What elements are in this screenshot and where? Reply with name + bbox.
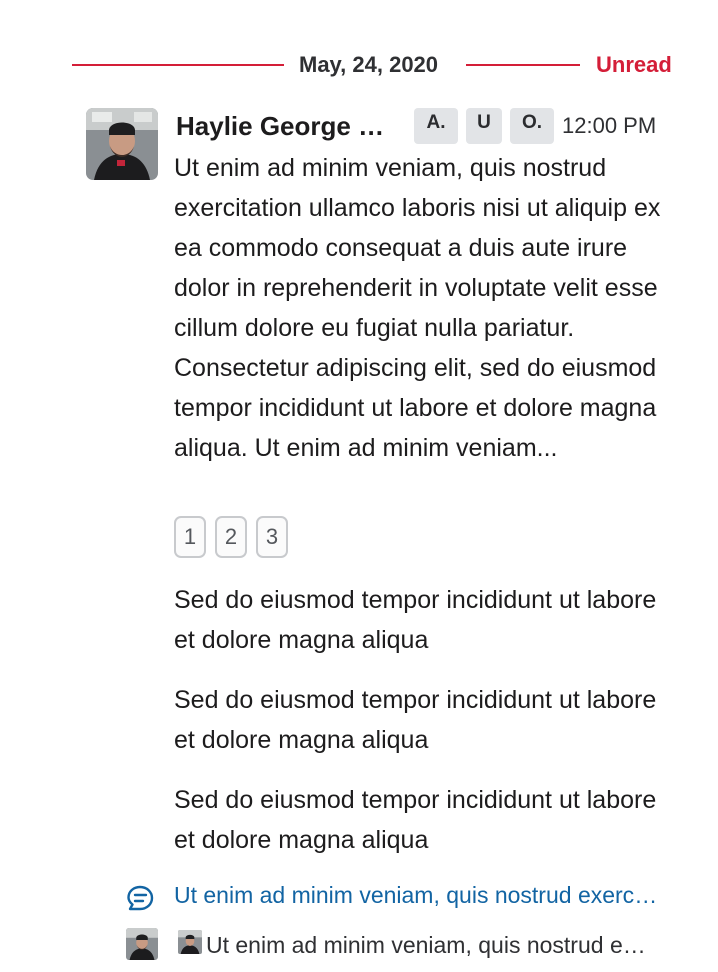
user-badge-3: O. bbox=[510, 108, 554, 144]
reply-avatar[interactable] bbox=[126, 928, 158, 960]
reply-preview-text: Ut enim ad minim veniam, quis nostrud ex… bbox=[206, 932, 654, 958]
unread-label: Unread bbox=[596, 52, 672, 77]
divider-line-right bbox=[466, 64, 580, 66]
thread-reply-icon bbox=[126, 884, 156, 912]
reaction-pill-1[interactable]: 1 bbox=[174, 516, 206, 558]
thread-link[interactable]: Ut enim ad minim veniam, quis nostrud ex… bbox=[126, 878, 686, 916]
author-name[interactable]: Haylie George Lorem Ipsum bbox=[176, 111, 398, 142]
divider-line-left bbox=[72, 64, 284, 66]
avatar-photo bbox=[178, 930, 202, 954]
reaction-pill-2[interactable]: 2 bbox=[215, 516, 247, 558]
thread-preview-link[interactable]: Ut enim ad minim veniam, quis nostrud ex… bbox=[174, 882, 660, 909]
unread-divider: May, 24, 2020 Unread bbox=[0, 44, 718, 84]
followup-message: Sed do eiusmod tempor incididunt ut labo… bbox=[174, 586, 657, 654]
avatar-photo bbox=[86, 108, 158, 180]
author-avatar[interactable] bbox=[86, 108, 158, 180]
followup-message: Sed do eiusmod tempor incididunt ut labo… bbox=[174, 686, 657, 754]
reply-preview[interactable]: Ut enim ad minim veniam, quis nostrud ex… bbox=[126, 928, 686, 968]
reaction-pill-3[interactable]: 3 bbox=[256, 516, 288, 558]
user-badge-1: A. bbox=[414, 108, 458, 144]
divider-date: May, 24, 2020 bbox=[299, 52, 439, 77]
reply-mini-avatar bbox=[178, 930, 202, 954]
avatar-photo bbox=[126, 928, 158, 960]
followup-message: Sed do eiusmod tempor incididunt ut labo… bbox=[174, 786, 657, 854]
message-body: Ut enim ad minim veniam, quis nostrud ex… bbox=[174, 154, 661, 462]
user-badge-2: U bbox=[466, 108, 502, 144]
message-timestamp[interactable]: 12:00 PM bbox=[562, 113, 656, 139]
